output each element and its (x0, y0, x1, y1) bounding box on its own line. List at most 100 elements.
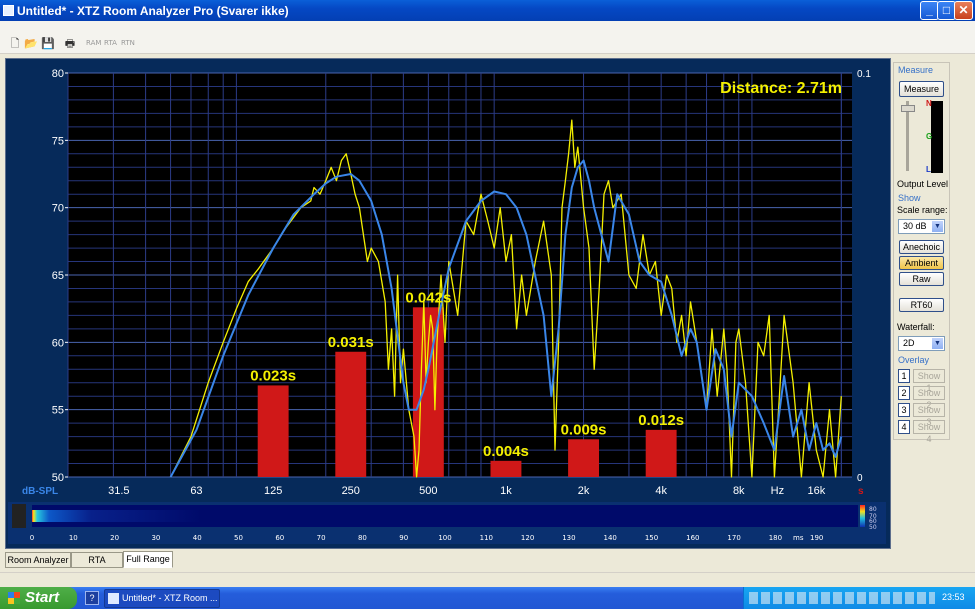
measure-header: Measure (898, 65, 934, 75)
frequency-response-chart: 80 75 70 65 60 55 50 0.1 0 31.5 63 125 250 500 1k 2k 4k 8… (12, 61, 886, 501)
waterfall-tick-label: 160 (686, 534, 699, 542)
status-bar (0, 572, 975, 586)
waterfall-tick-label: 80 (358, 534, 367, 542)
printer-icon[interactable]: 🖶 (63, 38, 77, 51)
y-tick-label: 60 (52, 337, 64, 349)
x-tick-label: Hz (771, 485, 784, 497)
right-axis-unit: s (858, 486, 864, 497)
open-folder-icon[interactable]: 📂 (24, 38, 38, 51)
overlay-2-number[interactable]: 2 (898, 386, 910, 400)
start-button[interactable]: Start (0, 587, 77, 609)
level-meter-g: G (926, 132, 933, 141)
taskbar-task-xtz[interactable]: Untitled* - XTZ Room ... (104, 589, 220, 608)
waterfall-tick-label: 0 (30, 534, 34, 542)
waterfall-tick-label: 170 (727, 534, 740, 542)
tab-rta[interactable]: RTA (71, 552, 123, 568)
close-button[interactable]: ✕ (954, 1, 973, 20)
x-tick-label: 16k (807, 485, 825, 497)
toolbar-item-rta[interactable]: RTA (104, 39, 117, 47)
menu-bar (0, 21, 975, 36)
toolbar-item-rtn[interactable]: RTN (121, 39, 135, 47)
waterfall-color-scale (860, 505, 865, 527)
x-tick-label: 500 (419, 485, 437, 497)
app-icon (3, 5, 14, 16)
waterfall-strip: 80 70 60 50 0 10 20 30 40 50 60 70 80 90 100 110 120… (12, 504, 877, 542)
waterfall-tick-label: 90 (399, 534, 408, 542)
x-tick-label: 4k (655, 485, 667, 497)
new-document-icon[interactable]: 🗋 (8, 38, 22, 51)
overlay-4-show-button[interactable]: Show 4 (913, 420, 945, 444)
rt60-bar (645, 429, 677, 477)
rt60-bar (412, 307, 444, 477)
waterfall-tick-label: 30 (151, 534, 160, 542)
waterfall-select[interactable]: 2D ▼ (898, 336, 945, 351)
waterfall-value: 2D (903, 338, 915, 348)
x-tick-label: 8k (733, 485, 745, 497)
system-tray: 23:53 (743, 587, 975, 609)
scale-range-label: Scale range: (897, 205, 948, 215)
raw-button[interactable]: Raw (899, 272, 944, 286)
title-bar: Untitled* - XTZ Room Analyzer Pro (Svare… (0, 0, 975, 21)
waterfall-tick-label: 100 (438, 534, 451, 542)
chevron-down-icon[interactable]: ▼ (932, 221, 943, 232)
waterfall-label: Waterfall: (897, 322, 935, 332)
overlay-4[interactable]: 4 Show 4 (898, 420, 948, 444)
scale-range-select[interactable]: 30 dB ▼ (898, 219, 945, 234)
waterfall-tick-label: 70 (317, 534, 326, 542)
waterfall-tick-label: 110 (480, 534, 493, 542)
x-tick-label: 1k (500, 485, 512, 497)
y-tick-label: 65 (52, 270, 64, 282)
level-meter-n: N (926, 99, 932, 108)
overlay-2[interactable]: 2 Show 2 (898, 386, 948, 410)
waterfall-tick-label: 150 (645, 534, 658, 542)
waterfall-legend-icon (12, 504, 26, 528)
waterfall-tick-label: 60 (275, 534, 284, 542)
y-tick-label: 50 (52, 472, 64, 484)
waterfall-tick-label: 50 (234, 534, 243, 542)
show-header: Show (898, 193, 921, 203)
save-disk-icon[interactable]: 💾 (41, 38, 55, 51)
measure-button[interactable]: Measure (899, 81, 944, 97)
rt60-bar-label: 0.031s (328, 334, 374, 351)
y-tick-label: 75 (52, 135, 64, 147)
overlay-2-show-button[interactable]: Show 2 (913, 386, 945, 410)
waterfall-tick-label: 140 (604, 534, 617, 542)
anechoic-button[interactable]: Anechoic (899, 240, 944, 254)
overlay-1[interactable]: 1 Show 1 (898, 369, 948, 393)
overlay-4-number[interactable]: 4 (898, 420, 910, 434)
overlay-3-number[interactable]: 3 (898, 403, 910, 417)
clock: 23:53 (942, 592, 965, 602)
ambient-button[interactable]: Ambient (899, 256, 944, 270)
scale-range-value: 30 dB (903, 221, 927, 231)
app-icon (108, 593, 119, 604)
y-tick-label: 80 (52, 68, 64, 80)
waterfall-tick-label: 40 (193, 534, 202, 542)
overlay-1-show-button[interactable]: Show 1 (913, 369, 945, 393)
tab-full-range[interactable]: Full Range (123, 551, 173, 568)
overlay-3[interactable]: 3 Show 3 (898, 403, 948, 427)
y-axis-label: dB-SPL (22, 486, 58, 497)
x-tick-label: 31.5 (108, 485, 129, 497)
rt60-bar-label: 0.042s (405, 289, 451, 306)
tab-room-analyzer[interactable]: Room Analyzer (5, 552, 71, 568)
y-tick-label: 70 (52, 203, 64, 215)
chevron-down-icon[interactable]: ▼ (932, 338, 943, 349)
start-label: Start (25, 589, 60, 606)
x-tick-label: 2k (578, 485, 590, 497)
output-level-slider-handle[interactable] (901, 105, 915, 112)
output-level-label: Output Level (897, 179, 949, 189)
rt60-button[interactable]: RT60 (899, 298, 944, 312)
tray-icons[interactable] (749, 592, 935, 604)
overlay-1-number[interactable]: 1 (898, 369, 910, 383)
waterfall-tick-label: 20 (110, 534, 119, 542)
overlay-header: Overlay (898, 355, 930, 365)
help-quicklaunch-icon[interactable]: ? (85, 591, 99, 605)
distance-annotation: Distance: 2.71m (720, 80, 842, 97)
view-tabs: Room Analyzer RTA Full Range (5, 551, 305, 568)
toolbar-item-ram[interactable]: RAM (86, 39, 101, 47)
rt60-bar-label: 0.009s (561, 421, 607, 438)
rt60-bar-label: 0.012s (638, 412, 684, 429)
waterfall-tick-label: 130 (562, 534, 575, 542)
x-tick-label: 125 (264, 485, 282, 497)
overlay-3-show-button[interactable]: Show 3 (913, 403, 945, 427)
